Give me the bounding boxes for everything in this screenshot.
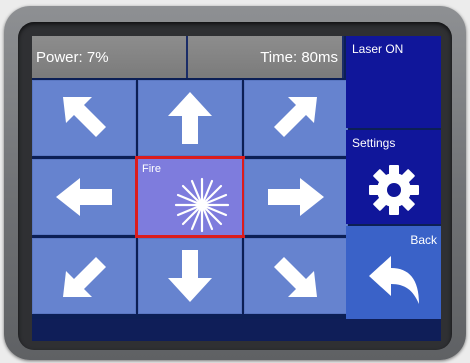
fire-label: Fire [142, 163, 161, 175]
power-readout: Power: 7% [32, 36, 188, 78]
back-label: Back [410, 233, 437, 247]
time-text: Time: 80ms [260, 48, 338, 66]
arrow-up-left-icon [63, 97, 106, 137]
laser-status-label: Laser ON [352, 42, 404, 56]
time-readout: Time: 80ms [188, 36, 344, 78]
arrow-left-icon [56, 178, 112, 216]
arrow-up-icon [168, 92, 212, 144]
move-down-button[interactable] [138, 238, 242, 314]
settings-button[interactable]: Settings [346, 130, 441, 224]
arrow-down-icon [168, 250, 212, 302]
back-arrow-icon [368, 256, 419, 304]
move-left-button[interactable] [32, 159, 136, 235]
arrow-down-left-icon [63, 257, 106, 297]
move-right-button[interactable] [244, 159, 348, 235]
bottom-bar [32, 319, 441, 341]
power-text: Power: 7% [36, 48, 109, 66]
arrow-up-right-icon [274, 97, 317, 137]
back-button[interactable]: Back [346, 226, 441, 319]
move-up-right-button[interactable] [244, 80, 348, 156]
move-up-button[interactable] [138, 80, 242, 156]
laser-burst-icon [174, 177, 230, 233]
laser-status-panel[interactable]: Laser ON [346, 36, 441, 128]
fire-button[interactable]: Fire [138, 159, 242, 235]
move-down-left-button[interactable] [32, 238, 136, 314]
move-down-right-button[interactable] [244, 238, 348, 314]
arrow-right-icon [268, 178, 324, 216]
arrow-down-right-icon [274, 257, 317, 297]
settings-label: Settings [352, 136, 396, 150]
gear-icon [368, 165, 419, 215]
move-up-left-button[interactable] [32, 80, 136, 156]
touch-screen: Power: 7% Time: 80ms Fire Laser ON Setti… [32, 36, 441, 341]
